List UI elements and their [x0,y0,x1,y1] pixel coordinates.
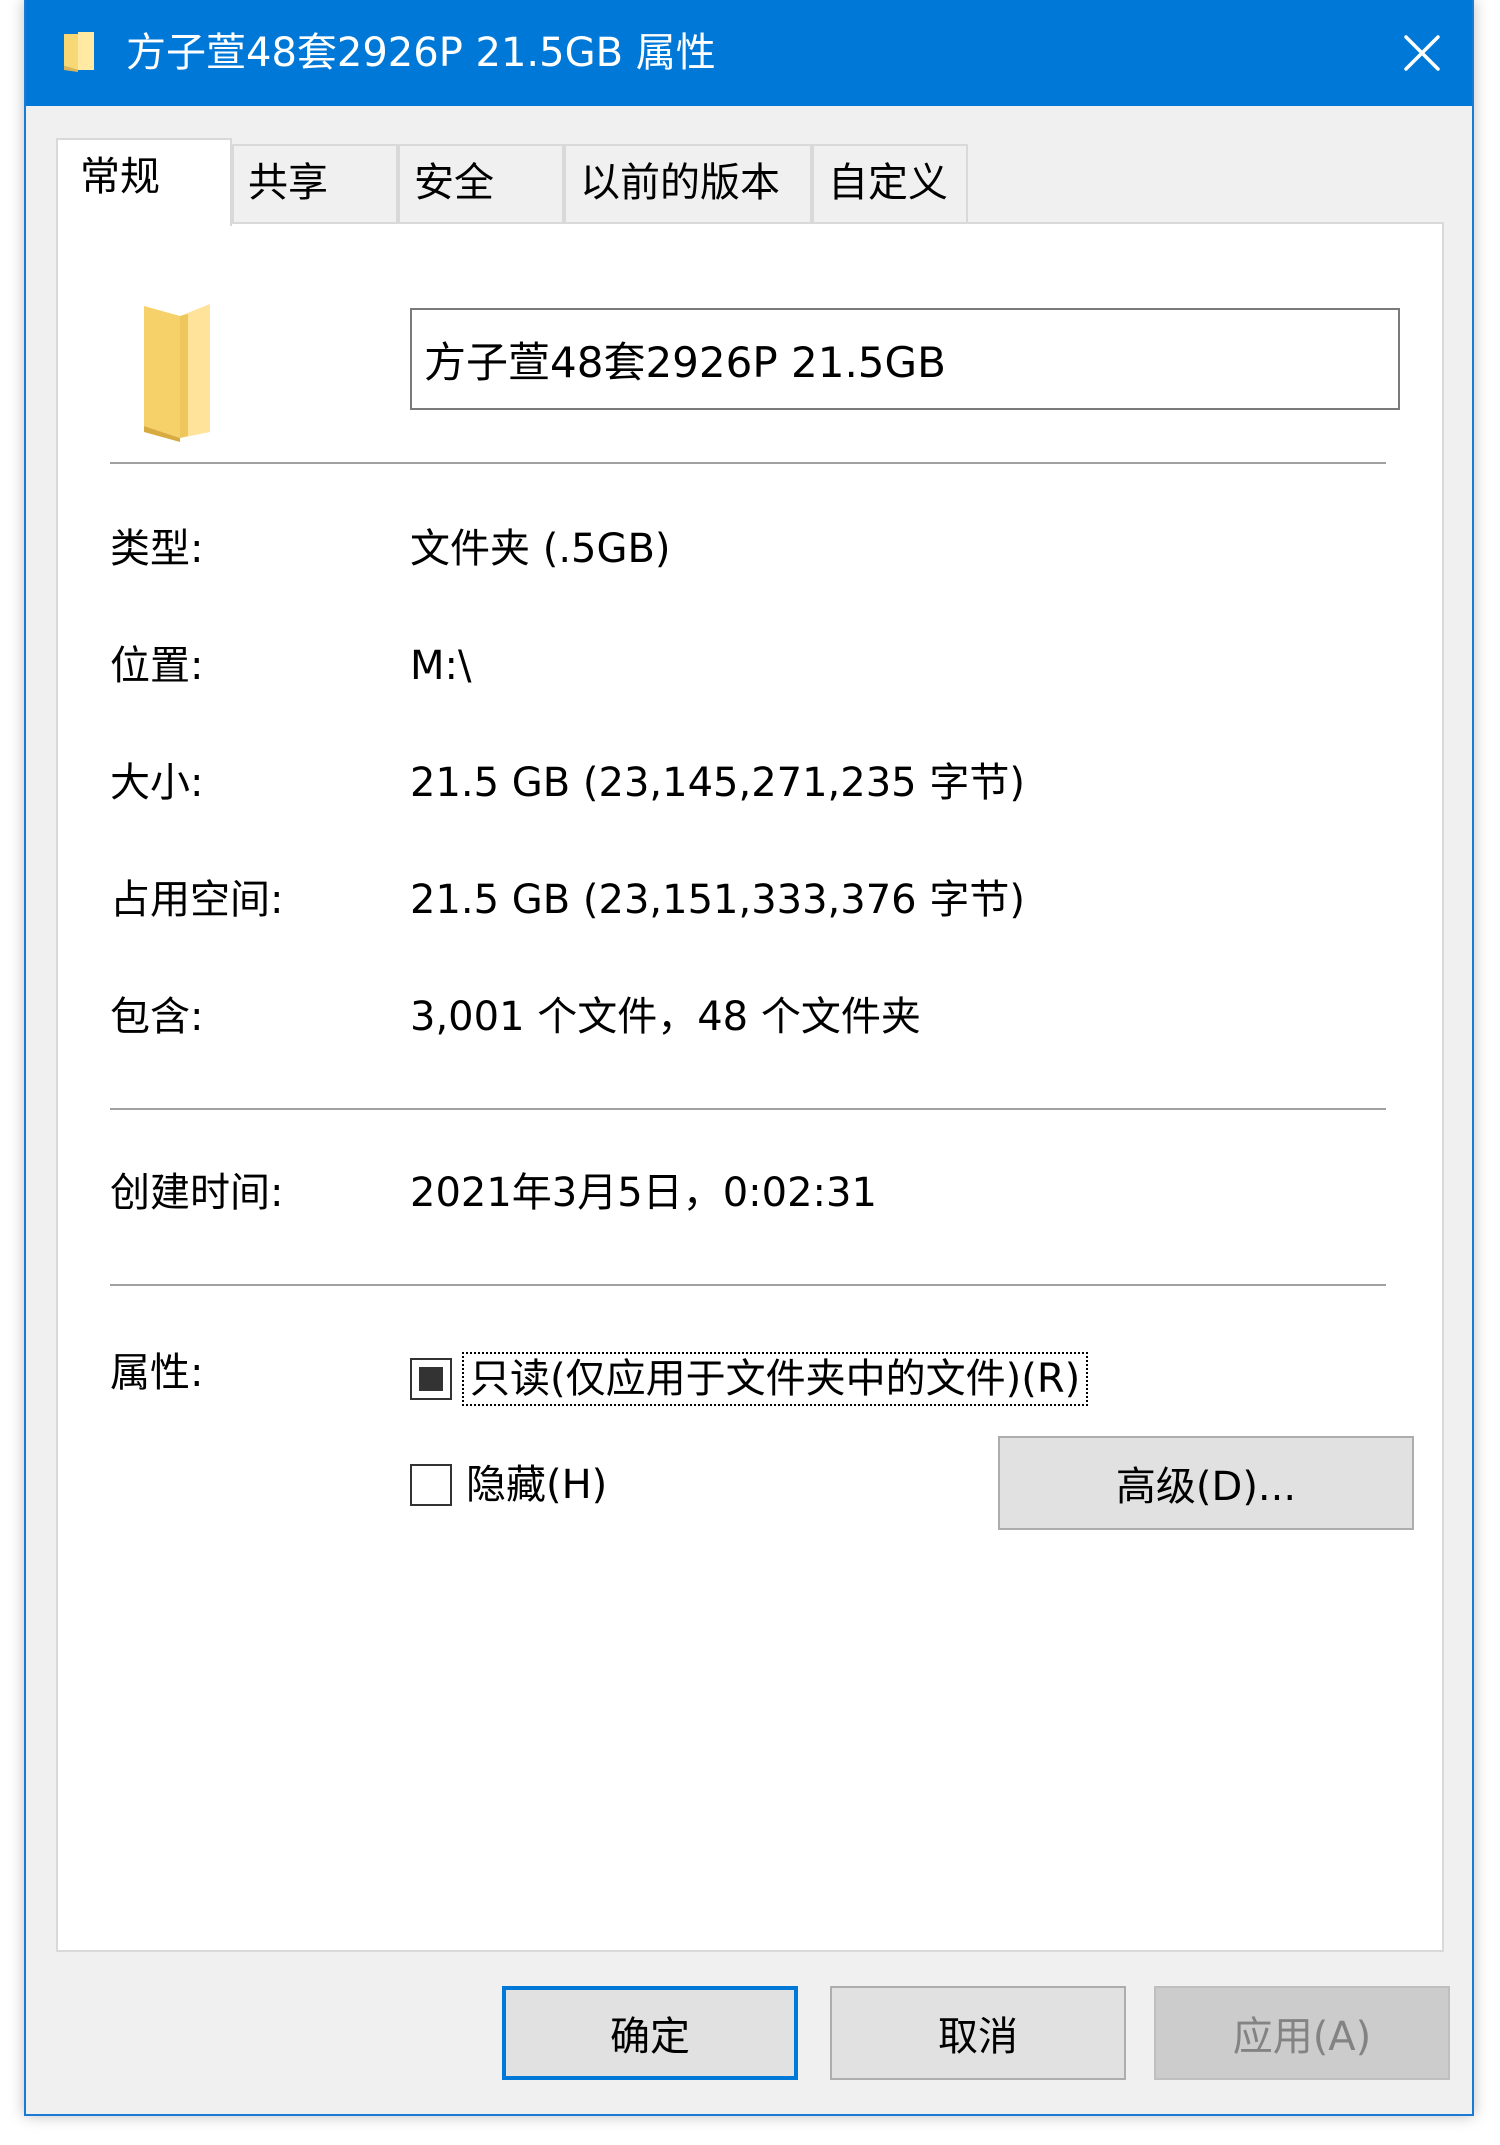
type-label: 类型: [110,526,204,572]
size-on-disk-value: 21.5 GB (23,151,333,376 字节) [410,877,1025,923]
location-label: 位置: [110,643,204,689]
ok-button[interactable]: 确定 [502,1986,798,2080]
size-label: 大小: [110,760,204,806]
type-value: 文件夹 (.5GB) [410,526,671,572]
general-panel: 类型: 文件夹 (.5GB) 位置: M:\ 大小: 21.5 GB (23,1… [56,222,1444,1952]
size-on-disk-label: 占用空间: [110,877,284,923]
tab-general[interactable]: 常规 [56,138,232,226]
size-value: 21.5 GB (23,145,271,235 字节) [410,760,1025,806]
folder-icon [64,32,94,72]
created-value: 2021年3月5日，0:02:31 [410,1170,877,1216]
created-label: 创建时间: [110,1170,284,1216]
contains-label: 包含: [110,994,204,1040]
tab-sharing[interactable]: 共享 [232,144,398,222]
tab-security[interactable]: 安全 [398,144,564,222]
close-button[interactable] [1372,0,1472,106]
readonly-checkbox-label[interactable]: 只读(仅应用于文件夹中的文件)(R) [461,1352,1089,1406]
title-bar[interactable]: 方子萱48套2926P 21.5GB 属性 [26,0,1472,106]
divider [110,462,1386,464]
apply-button[interactable]: 应用(A) [1154,1986,1450,2080]
readonly-label-text[interactable]: 只读(仅应用于文件夹中的文件)(R) [461,1352,1089,1406]
contains-value: 3,001 个文件，48 个文件夹 [410,994,921,1040]
advanced-button[interactable]: 高级(D)... [998,1436,1414,1530]
folder-name-input[interactable] [410,308,1400,410]
divider [110,1284,1386,1286]
close-icon [1404,35,1440,71]
hidden-checkbox-label[interactable]: 隐藏(H) [466,1458,607,1512]
cancel-button[interactable]: 取消 [830,1986,1126,2080]
divider [110,1108,1386,1110]
tab-customize[interactable]: 自定义 [812,144,968,222]
attributes-label: 属性: [110,1350,204,1396]
properties-dialog: 方子萱48套2926P 21.5GB 属性 常规 共享 安全 以前的版本 自定义… [24,0,1474,2116]
hidden-checkbox[interactable] [410,1464,452,1506]
window-title: 方子萱48套2926P 21.5GB 属性 [126,30,716,76]
tab-previous-versions[interactable]: 以前的版本 [564,144,812,222]
readonly-checkbox[interactable] [410,1358,452,1400]
location-value: M:\ [410,643,472,689]
folder-icon [144,304,210,442]
